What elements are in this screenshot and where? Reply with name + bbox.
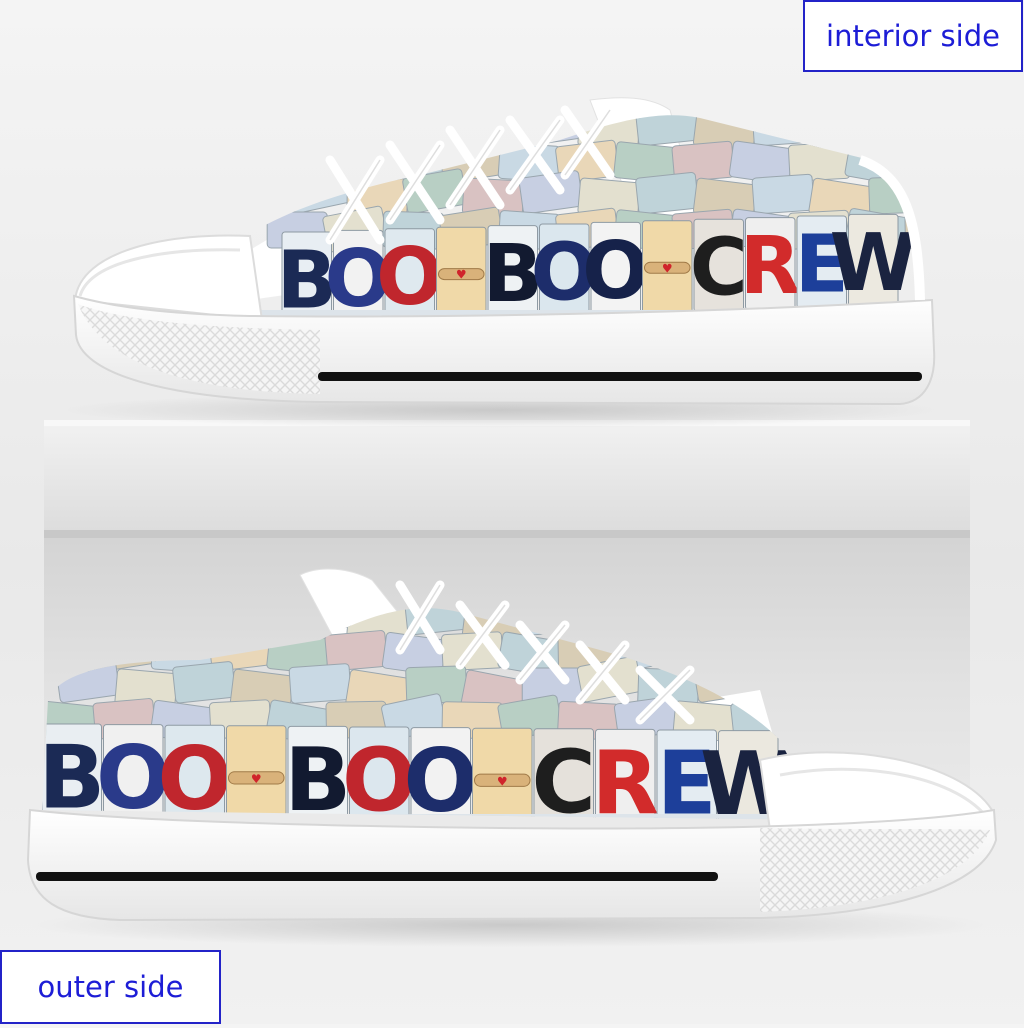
plate-scrap [924,110,990,157]
interior-side-label: interior side [803,0,1023,72]
plate-scrap [751,173,815,215]
heart-icon: ♥ [662,261,673,275]
sole-stripe [318,372,922,381]
sole-stripe [36,872,718,881]
product-photo: B O O ♥ B O O ♥ C R E W B O O ♥ B O O ♥ … [0,0,1024,1024]
plate-scrap [868,115,920,147]
plate-letter: O [582,225,649,317]
plate-scrap [172,661,236,704]
outer-side-label: outer side [0,950,221,1024]
plate-scrap [904,142,920,181]
plate-letter: O [376,231,443,323]
sneaker-interior-side: BOO ♥ BOO ♥ CREW [72,97,990,406]
plate-letter: R [740,220,801,312]
plate-scrap [635,172,699,215]
plate-scrap [346,115,408,148]
plate-scrap [285,115,352,146]
heart-icon: ♥ [251,772,262,786]
plate-letter: W [830,217,917,309]
plate-scrap [266,143,328,181]
heart-icon: ♥ [497,774,508,788]
plate-scrap [924,178,990,225]
plate-scrap [751,115,815,147]
plate-scrap [288,663,352,704]
heart-icon: ♥ [456,268,467,282]
